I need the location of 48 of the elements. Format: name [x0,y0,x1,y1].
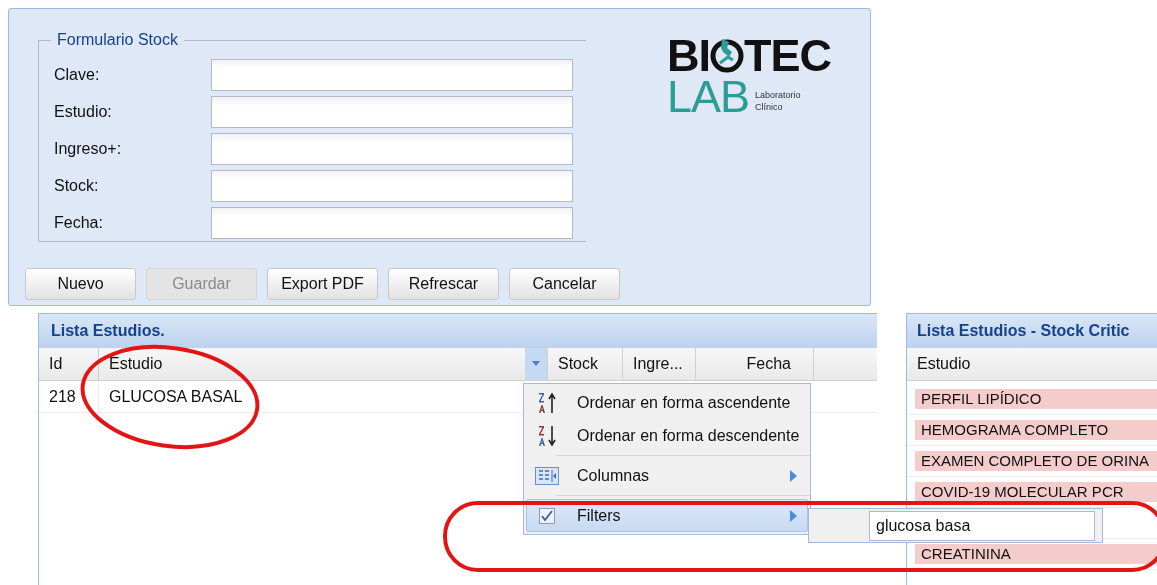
input-field[interactable] [211,170,573,202]
table-cell: EXAMEN COMPLETO DE ORINA [915,451,1157,471]
table-cell: HEMOGRAMA COMPLETO [915,420,1157,440]
field-label: Clave: [54,65,101,85]
filter-input[interactable]: glucosa basa [869,510,1095,541]
input-field[interactable] [211,133,573,165]
column-header[interactable]: Stock [548,348,623,380]
menu-label: Ordenar en forma ascendente [577,392,792,413]
table-cell: CREATININA [915,544,1157,564]
menu-item[interactable]: Columnas [526,459,808,492]
logo-text: TEC [744,32,831,78]
submenu-arrow-icon [790,469,797,482]
column-header[interactable]: Estudio [99,348,548,380]
form-button[interactable]: Cancelar [509,268,620,300]
field-label: Stock: [54,176,100,196]
field-label: Ingreso+: [54,139,123,159]
logo-text: LAB [667,77,750,117]
table-cell: PERFIL LIPÍDICO [915,389,1157,409]
sort-ascending-icon [536,390,558,415]
caret-icon [532,361,540,367]
input-field[interactable] [211,96,573,128]
menu-item[interactable]: Ordenar en forma descendente [526,419,808,452]
checkbox-icon[interactable] [539,507,555,524]
column-header[interactable]: Estudio [907,352,971,376]
menu-label: Filters [577,505,622,526]
column-menu-trigger[interactable] [525,348,547,380]
submenu-arrow-icon [790,509,797,522]
logo-text: BI [667,32,710,78]
columns-icon [535,466,559,485]
logo-caption: Clínico [755,101,784,113]
form-button[interactable]: Refrescar [388,268,499,300]
form-button[interactable]: Nuevo [25,268,136,300]
table-cell: COVID-19 MOLECULAR PCR [915,482,1157,502]
input-field[interactable] [211,59,573,91]
input-field[interactable] [211,207,573,239]
menu-label: Ordenar en forma descendente [577,425,801,446]
panel-title: Lista Estudios - Stock Critic [917,321,1130,341]
column-header[interactable]: Id [39,348,99,380]
column-header[interactable]: Fecha [696,348,814,380]
sort-descending-icon [536,423,558,448]
menu-label: Columnas [577,465,651,486]
panel-title: Lista Estudios. [51,321,165,341]
table-cell: 218 [39,381,99,412]
form-button[interactable]: Export PDF [267,268,378,300]
field-label: Estudio: [54,102,113,122]
logo-caption: Laboratorio [755,89,801,101]
column-header[interactable]: Ingre... [623,348,696,380]
field-label: Fecha: [54,213,104,233]
